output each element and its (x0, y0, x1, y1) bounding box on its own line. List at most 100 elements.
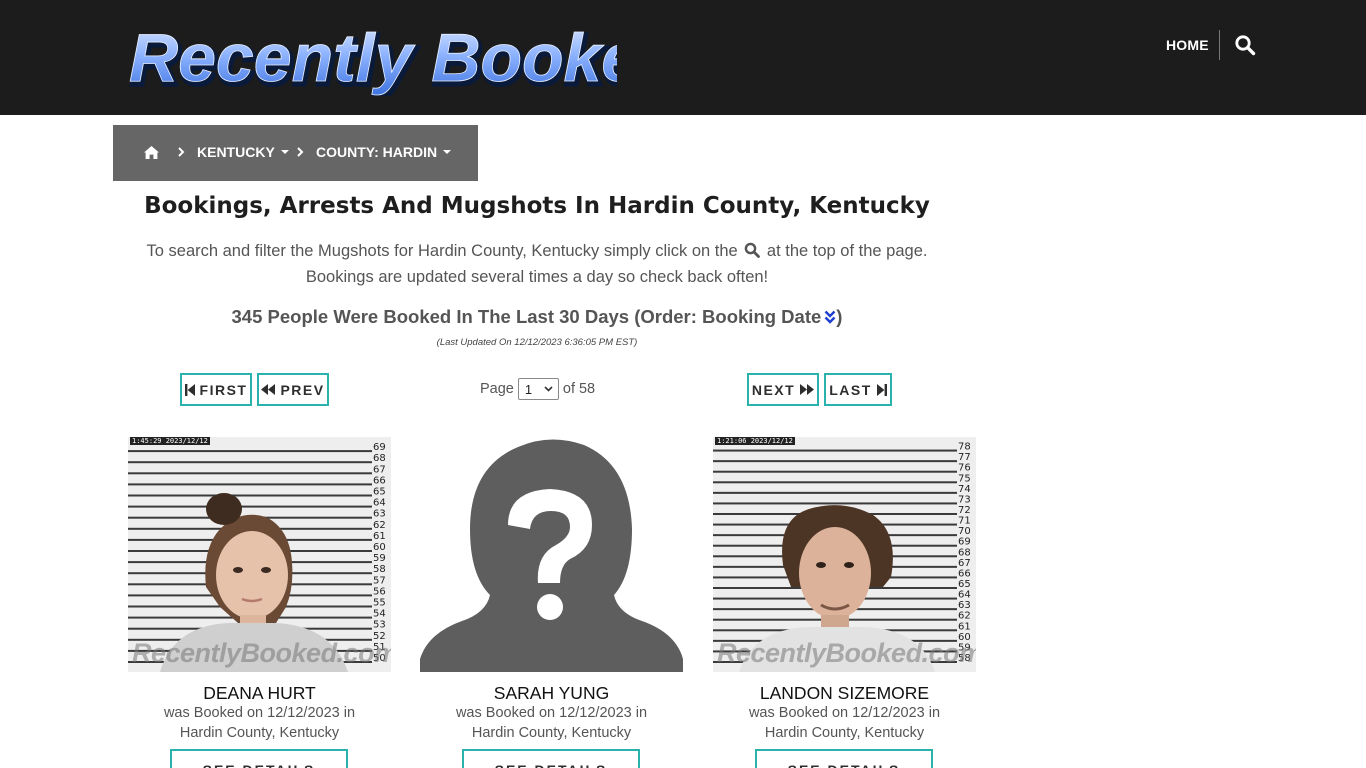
breadcrumb: KENTUCKY COUNTY: HARDIN (113, 125, 478, 181)
nav-home-link[interactable]: HOME (1166, 36, 1209, 54)
intro-text: To search and filter the Mugshots for Ha… (113, 238, 961, 290)
booking-card[interactable]: SARAH YUNG was Booked on 12/12/2023 in H… (420, 437, 683, 768)
height-chart-number: 74 (958, 484, 971, 495)
mugshot-image: 6968676665646362616059585756555453525150 (128, 437, 391, 672)
booking-card[interactable]: 69 68 67 66 65 64 63 62 61 60 59 58 57 56 55 54 53 52 51 50… (128, 437, 391, 768)
photo-timestamp: 1:21:06 2023/12/12 (715, 437, 795, 445)
mugshot-photo[interactable]: 69 68 67 66 65 64 63 62 61 60 59 58 57 56 55 54 53 52 51 50… (128, 437, 391, 672)
last-page-label: LAST (829, 381, 872, 398)
height-chart-number: 73 (958, 494, 971, 505)
step-forward-icon (876, 383, 887, 396)
booking-count-text: 345 People Were Booked In The Last 30 Da… (231, 306, 822, 327)
height-chart-number: 77 (958, 452, 971, 463)
height-chart-number: 75 (958, 473, 971, 484)
last-updated: (Last Updated On 12/12/2023 6:36:05 PM E… (436, 337, 638, 348)
height-chart-line (128, 461, 372, 464)
height-chart-number: 60 (373, 542, 386, 553)
height-chart-line (713, 470, 957, 473)
watermark: RecentlyBooked.com (717, 638, 976, 668)
height-chart-number: 67 (958, 558, 971, 569)
booking-name[interactable]: SARAH YUNG (420, 682, 683, 704)
chevron-down-icon (544, 386, 553, 392)
no-photo-placeholder-icon (420, 437, 683, 672)
height-chart-number: 62 (958, 611, 971, 622)
search-icon[interactable] (1234, 34, 1256, 56)
watermark: RecentlyBooked.com (132, 638, 391, 668)
height-chart-number: 55 (373, 598, 386, 609)
height-chart-number: 54 (373, 609, 386, 620)
chevron-right-icon (297, 147, 304, 157)
booking-name[interactable]: LANDON SIZEMORE (713, 682, 976, 704)
see-details-button[interactable]: SEE DETAILS (462, 749, 640, 768)
page-total: of 58 (562, 381, 596, 397)
height-chart-number: 58 (373, 564, 386, 575)
nav-divider (1219, 30, 1220, 60)
search-icon (745, 242, 761, 258)
see-details-button[interactable]: SEE DETAILS (755, 749, 933, 768)
height-chart-number: 64 (958, 590, 971, 601)
first-page-button[interactable]: FIRST (180, 373, 252, 406)
next-page-button[interactable]: NEXT (747, 373, 819, 406)
booking-location: Hardin County, Kentucky (471, 725, 632, 741)
height-chart-line (128, 472, 372, 475)
booking-date-line: was Booked on 12/12/2023 in (748, 705, 941, 721)
height-chart-number: 69 (373, 442, 386, 453)
height-chart-line (128, 494, 372, 497)
booking-card[interactable]: 78 77 76 75 74 73 72 71 70 69 68 67 66 65 64 63 62 61 60 59… (713, 437, 976, 768)
site-logo[interactable]: Recently Booked Recently Booked (127, 16, 618, 96)
booking-info: was Booked on 12/12/2023 in Hardin Count… (128, 703, 391, 743)
booking-info: was Booked on 12/12/2023 in Hardin Count… (713, 703, 976, 743)
height-chart-number: 65 (373, 487, 386, 498)
site-header: Recently Booked Recently Booked HOME (0, 0, 1366, 115)
height-chart-number: 68 (958, 547, 971, 558)
mugshot-photo[interactable] (420, 437, 683, 672)
breadcrumb-county-label: COUNTY: HARDIN (316, 144, 438, 160)
height-chart-line (128, 505, 372, 508)
height-chart-line (713, 449, 957, 452)
chevron-right-icon (178, 147, 185, 157)
height-chart-number: 78 (958, 442, 971, 453)
page-select[interactable]: 1 (517, 378, 559, 400)
height-chart-line (713, 502, 957, 505)
home-icon[interactable] (143, 145, 160, 160)
height-chart-number: 63 (958, 600, 971, 611)
height-chart-number: 57 (373, 575, 386, 586)
logo-text: Recently Booked (129, 20, 617, 96)
height-chart-number: 67 (373, 464, 386, 475)
height-chart-number: 66 (958, 568, 971, 579)
backward-icon (261, 384, 276, 395)
mugshot-photo[interactable]: 78 77 76 75 74 73 72 71 70 69 68 67 66 65 64 63 62 61 60 59… (713, 437, 976, 672)
booking-count: 345 People Were Booked In The Last 30 Da… (113, 305, 961, 329)
breadcrumb-county-dropdown[interactable]: COUNTY: HARDIN (316, 144, 452, 161)
booking-name[interactable]: DEANA HURT (128, 682, 391, 704)
first-page-label: FIRST (199, 381, 248, 398)
breadcrumb-state-dropdown[interactable]: KENTUCKY (197, 144, 289, 161)
page-title: Bookings, Arrests And Mugshots In Hardin… (144, 193, 930, 219)
forward-icon (800, 384, 815, 395)
height-chart-number: 53 (373, 620, 386, 631)
booking-info: was Booked on 12/12/2023 in Hardin Count… (420, 703, 683, 743)
height-chart-line (713, 460, 957, 463)
see-details-button[interactable]: SEE DETAILS (170, 749, 348, 768)
height-chart-number: 65 (958, 579, 971, 590)
booking-date-line: was Booked on 12/12/2023 in (163, 705, 356, 721)
height-chart-line (128, 450, 372, 453)
last-page-button[interactable]: LAST (824, 373, 892, 406)
photo-timestamp: 1:45:29 2023/12/12 (130, 437, 210, 445)
double-chevron-down-icon[interactable] (824, 310, 836, 324)
prev-page-button[interactable]: PREV (257, 373, 329, 406)
booking-location: Hardin County, Kentucky (179, 725, 340, 741)
height-chart-number: 72 (958, 505, 971, 516)
prev-page-label: PREV (280, 381, 325, 398)
height-chart-line (713, 481, 957, 484)
page-label: Page (480, 381, 514, 397)
height-chart-number: 56 (373, 586, 386, 597)
height-chart-number: 59 (373, 553, 386, 564)
step-backward-icon (184, 383, 195, 396)
height-chart-number: 70 (958, 526, 971, 537)
booking-count-close: ) (836, 306, 843, 327)
height-chart-number: 64 (373, 498, 386, 509)
booking-location: Hardin County, Kentucky (764, 725, 925, 741)
caret-down-icon (443, 150, 452, 155)
breadcrumb-state-label: KENTUCKY (197, 144, 275, 160)
